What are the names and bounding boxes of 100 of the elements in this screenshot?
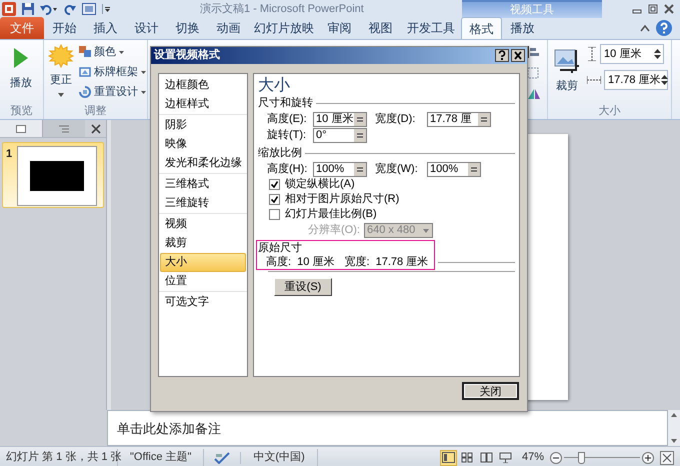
category-item[interactable]: 裁剪 [160, 234, 246, 253]
outline-tab[interactable] [42, 120, 85, 137]
dropdown-arrow-icon [58, 92, 64, 96]
redo-icon[interactable] [64, 3, 76, 15]
sun-icon [48, 44, 74, 68]
field-label: 分辨率(O): [308, 222, 360, 238]
original-width: 宽度: 17.78 厘米 [344, 254, 428, 270]
spell-check-icon[interactable] [214, 452, 230, 464]
notes-field[interactable]: 单击此处添加备注 [107, 410, 668, 446]
group-label: 调整 [84, 104, 106, 119]
zoom-level[interactable]: 47% [522, 449, 550, 466]
category-item[interactable]: 大小 [160, 253, 246, 272]
category-item[interactable]: 边框颜色 [160, 76, 246, 95]
spinner-icon [354, 162, 366, 176]
field-label: 宽度(D): [375, 112, 416, 127]
spin-field[interactable]: 10 厘米 [600, 44, 664, 64]
fit-window-icon[interactable] [660, 450, 674, 464]
ribbon-tab[interactable]: 开始 [44, 17, 85, 39]
checkbox[interactable] [269, 179, 280, 190]
collapse-ribbon-icon[interactable] [640, 24, 650, 32]
category-item[interactable]: 映像 [160, 135, 246, 154]
ribbon-tab[interactable]: 动画 [208, 17, 249, 39]
category-item[interactable]: 可选文字 [160, 293, 246, 312]
normal-view-icon [442, 452, 455, 463]
category-item[interactable]: 位置 [160, 272, 246, 291]
play-button[interactable]: 播放 [3, 44, 39, 100]
dialog-title: 设置视频格式 [154, 48, 220, 64]
ribbon-tab[interactable]: 开发工具 [401, 17, 461, 39]
ribbon-tab[interactable]: 审阅 [319, 17, 360, 39]
dropdown-arrow-icon [141, 90, 146, 94]
file-tab[interactable]: 文件 [0, 17, 44, 39]
app-icon[interactable] [2, 2, 16, 16]
category-item[interactable]: 三维格式 [160, 175, 246, 194]
spin-field[interactable]: 17.78 厘 [427, 112, 491, 126]
scroll-down-icon [671, 439, 677, 443]
ribbon-tab[interactable]: 切换 [167, 17, 208, 39]
ribbon-tab[interactable]: 设计 [126, 17, 167, 39]
category-item[interactable]: 边框样式 [160, 95, 246, 114]
spin-field[interactable]: 100% [427, 162, 481, 176]
ribbon-tab[interactable]: 视图 [360, 17, 401, 39]
reset-button[interactable]: 重设(S) [274, 278, 332, 296]
category-item[interactable]: 视频 [160, 215, 246, 234]
spinner-icon [478, 112, 490, 126]
close-icon[interactable] [511, 49, 525, 62]
ribbon-tab[interactable]: 格式 [461, 17, 502, 39]
group-icon[interactable] [527, 67, 541, 79]
field-label: 高度(E): [267, 112, 308, 127]
check-icon [271, 196, 278, 203]
category-item[interactable]: 发光和柔化边缘 [160, 154, 246, 173]
close-button[interactable]: 关闭 [462, 382, 519, 400]
slide-show-icon[interactable] [82, 3, 96, 15]
slides-icon [16, 124, 26, 132]
play-icon [13, 47, 29, 69]
save-icon[interactable] [22, 3, 34, 15]
help-icon[interactable] [495, 49, 509, 62]
slide-number: 1 [6, 147, 14, 162]
slide-thumbnail-row[interactable]: 1 [2, 142, 104, 208]
zoom-slider[interactable] [564, 452, 640, 464]
category-item[interactable]: 阴影 [160, 116, 246, 135]
language[interactable]: 中文(中国) [241, 449, 318, 466]
outline-icon [59, 124, 69, 132]
close-icon[interactable] [664, 4, 674, 14]
group-label: 预览 [10, 104, 32, 119]
corrections-button[interactable]: 更正 [47, 44, 75, 102]
view-button[interactable] [478, 450, 495, 466]
spin-field[interactable]: 17.78 厘米 [604, 70, 668, 90]
ribbon-tab[interactable]: 播放 [502, 17, 543, 39]
crop-button[interactable]: 裁剪 [551, 44, 583, 100]
view-button[interactable] [496, 450, 514, 466]
picture-frame-icon [79, 66, 91, 78]
checkbox-label: 相对于图片原始尺寸(R) [285, 192, 400, 208]
ribbon-tab[interactable]: 插入 [85, 17, 126, 39]
slides-tab[interactable] [0, 120, 42, 137]
spinner-icon [354, 128, 366, 142]
scrollbar[interactable] [668, 410, 680, 446]
contextual-group-label: 视频工具 [510, 2, 554, 18]
checkbox[interactable] [269, 194, 280, 205]
ribbon-menu-button[interactable]: 重置设计 [79, 84, 146, 100]
zoom-out-icon[interactable] [550, 452, 562, 464]
ribbon-menu-button[interactable]: 标牌框架 [79, 64, 146, 80]
rotate-icon[interactable] [527, 88, 541, 100]
category-item[interactable]: 三维旋转 [160, 194, 246, 213]
customize-menu-icon[interactable] [102, 3, 110, 15]
zoom-in-icon[interactable] [642, 452, 654, 464]
spin-field[interactable]: 0° [313, 128, 367, 142]
reset-icon [79, 86, 91, 98]
checkbox[interactable] [269, 209, 280, 220]
group-label: 大小 [598, 104, 620, 119]
ribbon-menu-button[interactable]: 颜色 [79, 44, 146, 60]
spinner-icon [660, 74, 668, 86]
spin-field[interactable]: 100% [313, 162, 367, 176]
view-button[interactable] [440, 450, 457, 466]
slide-thumbnail[interactable] [17, 146, 97, 206]
ribbon-tab[interactable]: 幻灯片放映 [249, 17, 319, 39]
field-label: 旋转(T): [267, 128, 308, 143]
restore-icon[interactable] [648, 4, 658, 14]
crop-icon [554, 48, 580, 74]
slider-thumb[interactable] [578, 452, 586, 464]
spin-field[interactable]: 10 厘米 [313, 112, 367, 126]
undo-icon[interactable] [40, 3, 58, 15]
